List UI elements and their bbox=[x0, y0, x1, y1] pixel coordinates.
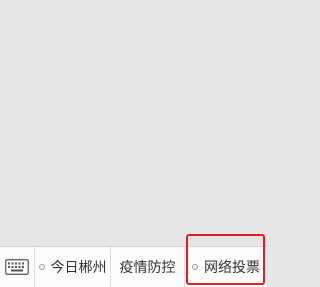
menu-item-label: 网络投票 bbox=[204, 260, 260, 276]
menu-item-online-voting[interactable]: 网络投票 bbox=[185, 247, 267, 287]
chat-content-area bbox=[0, 0, 267, 246]
keyboard-icon bbox=[5, 259, 29, 275]
menu-item-label: 疫情防控 bbox=[119, 260, 176, 276]
keyboard-toggle-button[interactable] bbox=[0, 247, 35, 287]
menu-item-epidemic-control[interactable]: 疫情防控 bbox=[111, 247, 185, 287]
bottom-menu-bar: 今日郴州 疫情防控 网络投票 bbox=[0, 246, 267, 287]
submenu-dot-icon bbox=[38, 264, 45, 270]
submenu-dot-icon bbox=[192, 264, 198, 270]
menu-item-today-chenzhou[interactable]: 今日郴州 bbox=[35, 247, 111, 287]
menu-item-label: 今日郴州 bbox=[50, 260, 107, 276]
